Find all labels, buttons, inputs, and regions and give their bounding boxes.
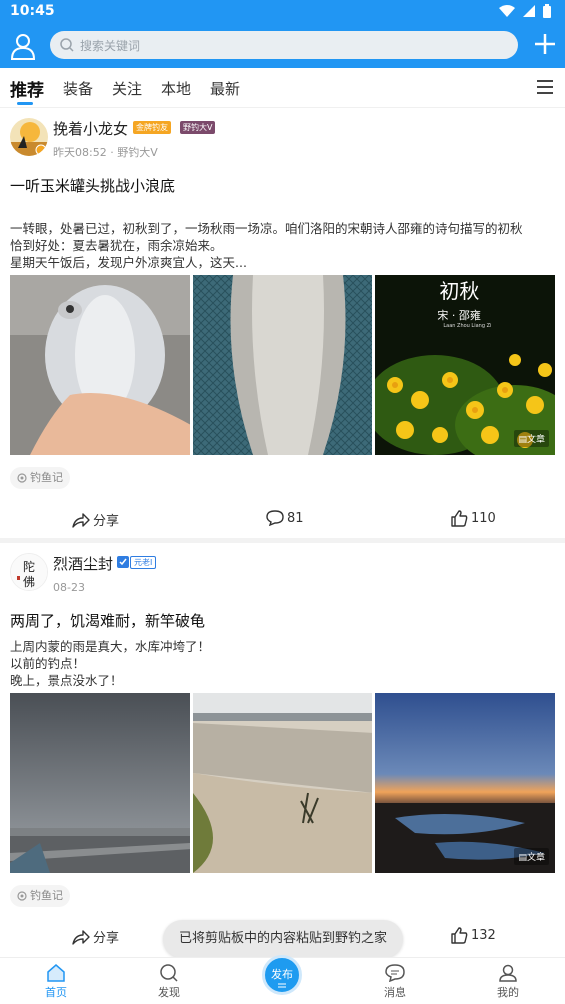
search-icon bbox=[60, 38, 74, 52]
publish-label: 发布 bbox=[271, 968, 293, 981]
tab-gear[interactable]: 装备 bbox=[63, 78, 93, 99]
tab-local[interactable]: 本地 bbox=[161, 78, 191, 99]
signal-icon bbox=[523, 5, 535, 17]
user-icon[interactable] bbox=[10, 32, 36, 60]
topic-label: 钓鱼记 bbox=[30, 471, 63, 484]
post-body-line: 上周内蒙的雨是真大，水库冲垮了！ bbox=[10, 639, 211, 654]
svg-text:佛: 佛 bbox=[23, 575, 35, 589]
post-meta: 昨天08:52 · 野钓大V bbox=[53, 146, 158, 159]
share-label: 分享 bbox=[93, 514, 120, 529]
post-body-line: 晚上，景点没水了！ bbox=[10, 673, 123, 688]
post-image[interactable] bbox=[10, 693, 190, 873]
clipboard-toast: 已将剪贴板中的内容粘贴到野钓之家 bbox=[163, 920, 403, 958]
post-card[interactable]: 挽着小龙女 金牌钓友 野钓大V 昨天08:52 · 野钓大V 一听玉米罐头挑战小… bbox=[0, 108, 565, 540]
menu-icon[interactable] bbox=[537, 80, 553, 94]
tab-following[interactable]: 关注 bbox=[112, 78, 142, 99]
tab-recommend[interactable]: 推荐 bbox=[10, 76, 44, 101]
image-grid: 初秋 宋 · 邵雍 Laan Zhou Liang Zi ▤文章 bbox=[10, 275, 556, 455]
post-body-line: 一转眼，处暑已过，初秋到了，一场秋雨一场凉。咱们洛阳的宋朝诗人邵雍的诗句描写的初… bbox=[10, 221, 523, 236]
post-image[interactable] bbox=[10, 275, 190, 455]
search-bar[interactable]: 搜索关键词 bbox=[50, 31, 518, 59]
nav-messages[interactable]: 消息 bbox=[365, 964, 425, 1000]
publish-button[interactable]: 发布 bbox=[262, 955, 302, 995]
share-icon bbox=[72, 512, 90, 528]
topic-icon bbox=[17, 473, 27, 483]
post-card[interactable]: 陀 佛 烈酒尘封 元老Ⅰ 08-23 两周了，饥渴难耐，新竿破龟 上周内蒙的雨是… bbox=[0, 543, 565, 957]
comment-icon bbox=[266, 510, 284, 526]
avatar[interactable]: 陀 佛 bbox=[10, 553, 48, 591]
thumbs-up-icon bbox=[451, 927, 468, 944]
topic-label: 钓鱼记 bbox=[30, 889, 63, 902]
post-body-line: 恰到好处：夏去暑犹在，雨余凉始来。 bbox=[10, 238, 223, 253]
post-body-line: 星期天午饭后，发现户外凉爽宜人，这天... bbox=[10, 255, 247, 270]
active-tab-indicator bbox=[17, 102, 33, 105]
author-name[interactable]: 挽着小龙女 bbox=[53, 118, 128, 139]
category-tabs: 推荐 装备 关注 本地 最新 bbox=[0, 68, 565, 108]
wifi-icon bbox=[499, 5, 515, 17]
add-icon[interactable] bbox=[533, 32, 557, 56]
tab-latest[interactable]: 最新 bbox=[210, 78, 240, 99]
battery-icon bbox=[543, 4, 551, 18]
share-label: 分享 bbox=[93, 931, 120, 946]
search-placeholder: 搜索关键词 bbox=[80, 38, 141, 53]
article-tag: ▤文章 bbox=[514, 848, 550, 865]
share-button[interactable]: 分享 bbox=[72, 510, 119, 529]
article-tag: ▤文章 bbox=[514, 430, 550, 447]
avatar[interactable] bbox=[10, 118, 48, 156]
badge-elder: 元老Ⅰ bbox=[130, 556, 157, 569]
image-grid: ▤文章 bbox=[10, 693, 556, 873]
post-image[interactable]: ▤文章 bbox=[375, 693, 556, 873]
post-image[interactable] bbox=[192, 275, 373, 455]
post-body-line: 以前的钓点！ bbox=[10, 656, 86, 671]
profile-icon bbox=[499, 964, 517, 982]
discover-icon bbox=[160, 964, 178, 982]
thumbs-up-icon bbox=[451, 510, 468, 527]
like-count: 110 bbox=[471, 511, 496, 526]
post-title[interactable]: 一听玉米罐头挑战小浪底 bbox=[10, 175, 175, 196]
post-body[interactable]: 上周内蒙的雨是真大，水库冲垮了！ 以前的钓点！ 晚上，景点没水了！ bbox=[10, 638, 555, 689]
svg-text:陀: 陀 bbox=[23, 559, 35, 574]
status-bar: 10:45 bbox=[0, 0, 565, 24]
nav-profile-label: 我的 bbox=[497, 986, 519, 999]
badge-vip: 野钓大V bbox=[180, 121, 216, 134]
post-title[interactable]: 两周了，饥渴难耐，新竿破龟 bbox=[10, 610, 205, 631]
post-image[interactable] bbox=[192, 693, 373, 873]
post-image[interactable]: 初秋 宋 · 邵雍 Laan Zhou Liang Zi ▤文章 bbox=[375, 275, 556, 455]
nav-profile[interactable]: 我的 bbox=[478, 964, 538, 1000]
post-actions: 分享 81 110 bbox=[0, 508, 565, 534]
verified-icon bbox=[117, 556, 129, 568]
nav-discover[interactable]: 发现 bbox=[139, 964, 199, 1000]
topic-chip[interactable]: 钓鱼记 bbox=[10, 885, 70, 907]
like-button[interactable]: 110 bbox=[451, 510, 496, 527]
like-count: 132 bbox=[471, 928, 496, 943]
image-caption-sub: 宋 · 邵雍 bbox=[437, 309, 481, 322]
bottom-nav: 首页 发现 发布 消息 我的 bbox=[0, 955, 565, 1004]
image-caption-pinyin: Laan Zhou Liang Zi bbox=[443, 323, 492, 329]
status-time: 10:45 bbox=[10, 3, 55, 19]
home-icon bbox=[47, 964, 65, 982]
image-caption-title: 初秋 bbox=[439, 279, 480, 303]
comment-count: 81 bbox=[287, 510, 304, 526]
like-button[interactable]: 132 bbox=[451, 927, 496, 944]
nav-home-label: 首页 bbox=[45, 986, 67, 999]
author-name[interactable]: 烈酒尘封 bbox=[53, 553, 113, 574]
post-meta: 08-23 bbox=[53, 581, 85, 594]
share-icon bbox=[72, 929, 90, 945]
nav-discover-label: 发现 bbox=[158, 986, 180, 999]
comment-button[interactable]: 81 bbox=[266, 510, 304, 526]
message-icon bbox=[385, 964, 405, 982]
app-bar: 搜索关键词 bbox=[0, 24, 565, 68]
nav-home[interactable]: 首页 bbox=[26, 964, 86, 1000]
status-icons bbox=[499, 4, 551, 18]
topic-chip[interactable]: 钓鱼记 bbox=[10, 467, 70, 489]
post-body[interactable]: 一转眼，处暑已过，初秋到了，一场秋雨一场凉。咱们洛阳的宋朝诗人邵雍的诗句描写的初… bbox=[10, 220, 555, 271]
topic-icon bbox=[17, 891, 27, 901]
badge-gold: 金牌钓友 bbox=[133, 121, 171, 134]
share-button[interactable]: 分享 bbox=[72, 927, 119, 946]
nav-messages-label: 消息 bbox=[384, 986, 406, 999]
publish-icon bbox=[278, 983, 286, 988]
